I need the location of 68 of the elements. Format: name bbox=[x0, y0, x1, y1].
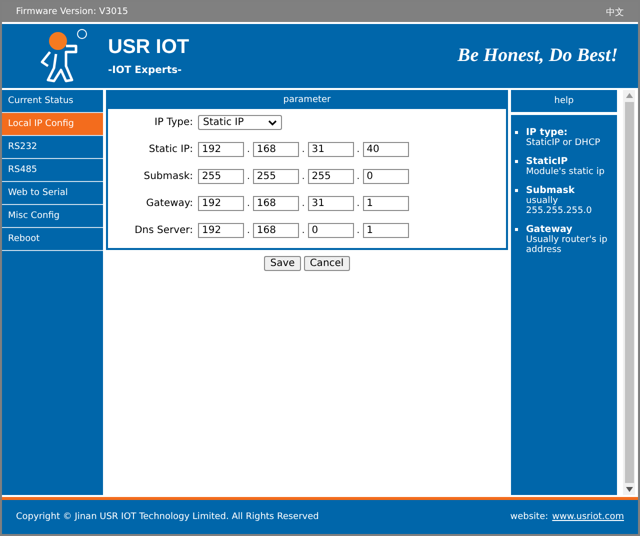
field-label: Dns Server: bbox=[134, 225, 193, 236]
scroll-thumb[interactable] bbox=[624, 102, 634, 483]
website-label: website: bbox=[510, 512, 548, 522]
separator: . bbox=[247, 226, 250, 236]
language-link[interactable]: 中文 bbox=[606, 6, 624, 18]
scroll-down-icon[interactable] bbox=[626, 487, 632, 492]
octet-input[interactable]: 31 bbox=[308, 196, 354, 211]
brand-title: USR IOT bbox=[108, 36, 190, 59]
octet-input[interactable]: 0 bbox=[308, 223, 354, 238]
bullet-icon bbox=[515, 160, 518, 163]
separator: . bbox=[247, 198, 250, 208]
octet-input[interactable]: 168 bbox=[252, 142, 299, 157]
separator: . bbox=[247, 144, 250, 154]
bullet-icon bbox=[515, 131, 518, 134]
sidebar-item[interactable]: Misc Config bbox=[2, 205, 103, 228]
bullet-icon bbox=[515, 228, 518, 231]
octet-input[interactable]: 168 bbox=[252, 196, 299, 211]
separator: . bbox=[302, 172, 305, 182]
help-description: usually 255.255.255.0 bbox=[526, 196, 593, 216]
octet-input[interactable]: 255 bbox=[252, 169, 299, 184]
octet-input[interactable]: 255 bbox=[308, 169, 354, 184]
scrollbar[interactable] bbox=[623, 90, 635, 495]
sidebar-item[interactable]: Reboot bbox=[2, 228, 103, 251]
octet-input[interactable]: 192 bbox=[198, 142, 244, 157]
sidebar-item[interactable]: RS485 bbox=[2, 159, 103, 182]
field-label: Static IP: bbox=[148, 144, 193, 155]
help-term: Submask bbox=[526, 185, 576, 196]
form-button[interactable]: Cancel bbox=[304, 256, 350, 271]
firmware-label: Firmware Version: V3015 bbox=[16, 7, 128, 17]
help-term: StaticIP bbox=[526, 156, 569, 167]
help-description: StaticIP or DHCP bbox=[526, 138, 600, 148]
octet-input[interactable]: 0 bbox=[362, 169, 409, 184]
sidebar-item[interactable]: RS232 bbox=[2, 136, 103, 159]
octet-input[interactable]: 31 bbox=[308, 142, 354, 157]
brand-tagline: -IOT Experts- bbox=[108, 65, 183, 76]
separator: . bbox=[302, 226, 305, 236]
field-label: Submask: bbox=[142, 171, 193, 182]
separator: . bbox=[356, 144, 360, 154]
chevron-down-icon bbox=[268, 120, 277, 126]
field-label: IP Type: bbox=[154, 117, 193, 128]
separator: . bbox=[356, 226, 360, 236]
slogan: Be Honest, Do Best! bbox=[458, 45, 618, 67]
separator: . bbox=[356, 198, 360, 208]
help-term: Gateway bbox=[526, 224, 574, 235]
ip-type-dropdown[interactable]: Static IP bbox=[198, 115, 282, 130]
octet-input[interactable]: 1 bbox=[362, 223, 409, 238]
copyright-text: Copyright © Jinan USR IOT Technology Limited. All Rights Reserved bbox=[16, 512, 319, 522]
octet-input[interactable]: 1 bbox=[362, 196, 409, 211]
octet-input[interactable]: 168 bbox=[252, 223, 299, 238]
separator: . bbox=[247, 172, 250, 182]
octet-input[interactable]: 192 bbox=[198, 223, 244, 238]
help-description: Module's static ip bbox=[526, 167, 605, 177]
separator: . bbox=[302, 198, 305, 208]
help-heading: help bbox=[511, 90, 617, 112]
form-button[interactable]: Save bbox=[264, 256, 301, 271]
help-description: Usually router's ip address bbox=[526, 235, 608, 255]
separator: . bbox=[356, 172, 360, 182]
field-label: Gateway: bbox=[145, 198, 193, 209]
octet-input[interactable]: 192 bbox=[198, 196, 244, 211]
panel-heading: parameter bbox=[108, 92, 506, 109]
bullet-icon bbox=[515, 189, 518, 192]
separator: . bbox=[302, 144, 305, 154]
octet-input[interactable]: 255 bbox=[198, 169, 244, 184]
sidebar-item[interactable]: Web to Serial bbox=[2, 182, 103, 205]
website-link[interactable]: www.usriot.com bbox=[552, 512, 624, 522]
scroll-up-icon[interactable] bbox=[626, 93, 632, 98]
octet-input[interactable]: 40 bbox=[362, 142, 409, 157]
help-term: IP type: bbox=[526, 127, 569, 138]
